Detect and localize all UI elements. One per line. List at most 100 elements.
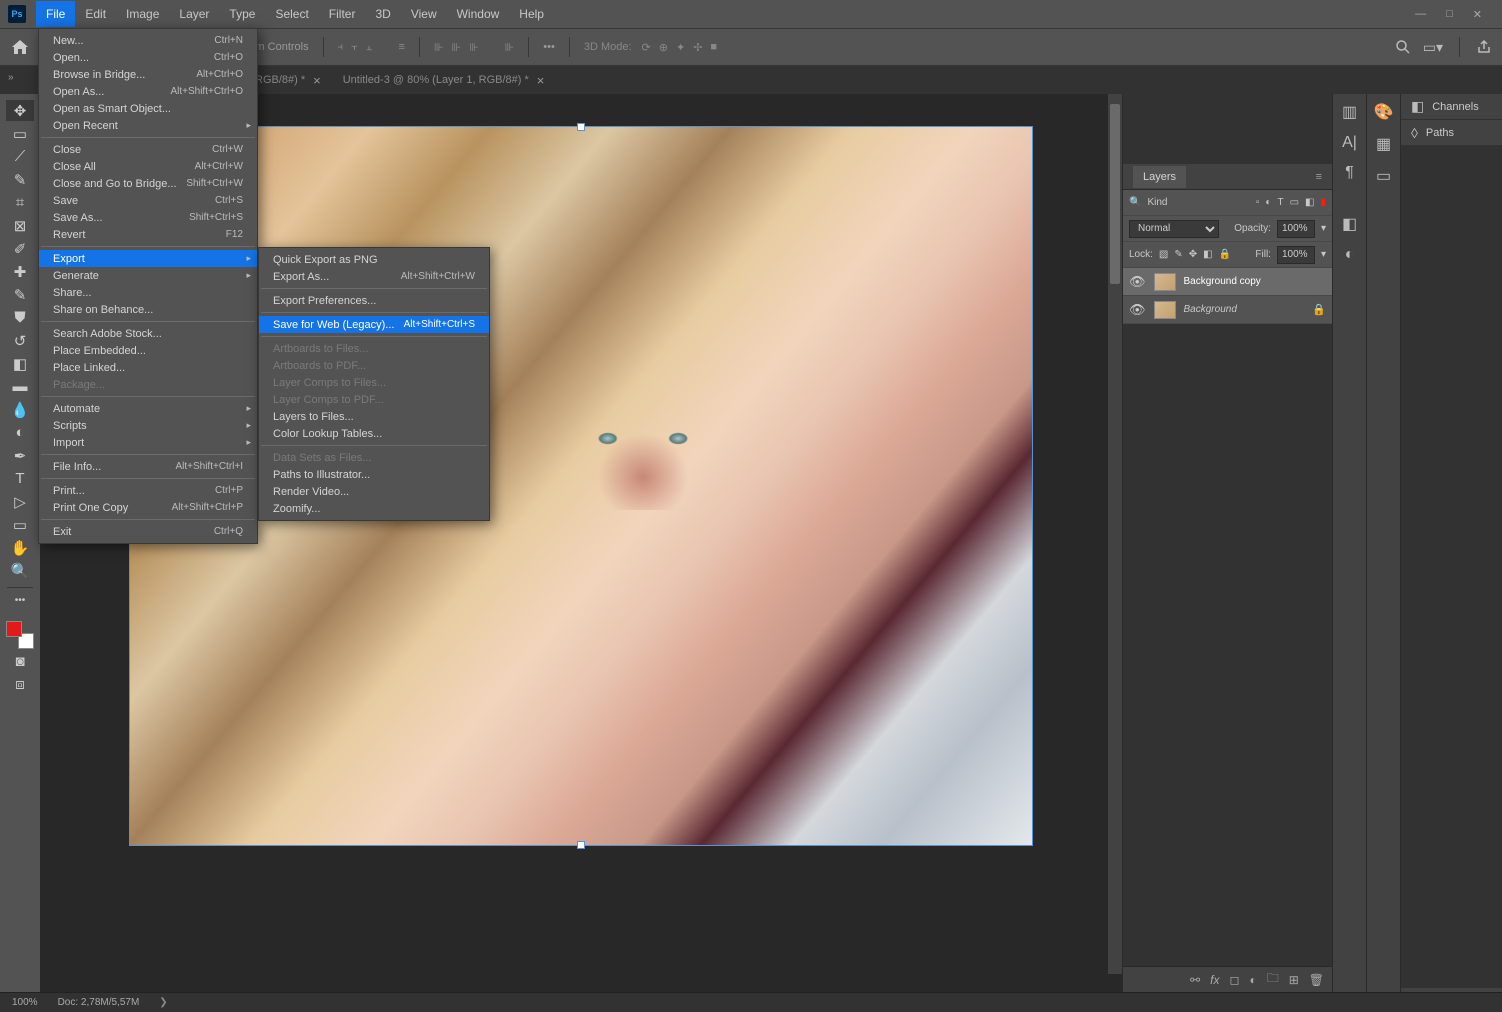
lock-icon[interactable]: ▧ <box>1159 249 1168 260</box>
type-tool[interactable]: T <box>6 468 34 489</box>
layer-thumbnail[interactable] <box>1154 273 1176 291</box>
gradient-tool[interactable]: ▬ <box>6 376 34 397</box>
maximize-icon[interactable]: □ <box>1446 8 1453 21</box>
channels-tab[interactable]: ◧ Channels <box>1401 94 1502 120</box>
lock-icon[interactable]: ◧ <box>1203 249 1212 260</box>
menu-item[interactable]: Open Recent <box>39 117 257 134</box>
trash-icon[interactable]: 🗑 <box>1309 973 1324 987</box>
3d-icon[interactable]: ■ <box>710 41 717 54</box>
filter-toggle[interactable]: ▮ <box>1320 197 1326 208</box>
share-icon[interactable] <box>1476 39 1492 55</box>
distribute-icon[interactable]: ⊪ <box>451 41 461 54</box>
panel-menu-icon[interactable]: ≡ <box>1316 171 1322 183</box>
menu-item[interactable]: New...Ctrl+N <box>39 32 257 49</box>
close-icon[interactable]: ✕ <box>1473 8 1482 21</box>
pen-tool[interactable]: ✒ <box>6 445 34 466</box>
3d-icon[interactable]: ✢ <box>693 41 702 54</box>
blur-tool[interactable]: 💧 <box>6 399 34 420</box>
menu-item[interactable]: Quick Export as PNG <box>259 251 489 268</box>
history-brush-tool[interactable]: ↺ <box>6 330 34 351</box>
paths-tab[interactable]: ◊ Paths <box>1401 120 1502 146</box>
fx-icon[interactable]: fx <box>1210 973 1219 987</box>
layer-row[interactable]: 👁Background copy <box>1123 268 1332 296</box>
blend-mode-select[interactable]: Normal <box>1129 220 1219 238</box>
transform-handle[interactable] <box>577 123 585 131</box>
close-tab-icon[interactable]: × <box>537 73 545 88</box>
frame-tool[interactable]: ⊠ <box>6 215 34 236</box>
marquee-tool[interactable]: ▭ <box>6 123 34 144</box>
hand-tool[interactable]: ✋ <box>6 537 34 558</box>
visibility-icon[interactable]: 👁 <box>1129 302 1146 318</box>
search-icon[interactable] <box>1395 39 1411 55</box>
new-layer-icon[interactable]: ⊞ <box>1289 973 1299 987</box>
menu-item[interactable]: Place Embedded... <box>39 342 257 359</box>
menu-3d[interactable]: 3D <box>365 1 400 27</box>
menu-file[interactable]: File <box>36 1 75 27</box>
statusbar-arrow[interactable]: ❯ <box>159 997 167 1008</box>
menu-item[interactable]: Search Adobe Stock... <box>39 325 257 342</box>
menu-item[interactable]: Print One CopyAlt+Shift+Ctrl+P <box>39 499 257 516</box>
lock-icon[interactable]: ✎ <box>1174 249 1182 260</box>
menu-window[interactable]: Window <box>447 1 510 27</box>
3d-icon[interactable]: ⊕ <box>659 41 668 54</box>
healing-tool[interactable]: ✚ <box>6 261 34 282</box>
group-icon[interactable]: 🗀 <box>1267 969 1279 990</box>
menu-layer[interactable]: Layer <box>169 1 219 27</box>
menu-item[interactable]: Scripts <box>39 417 257 434</box>
eraser-tool[interactable]: ◧ <box>6 353 34 374</box>
eyedropper-tool[interactable]: ✐ <box>6 238 34 259</box>
shape-tool[interactable]: ▭ <box>6 514 34 535</box>
lock-icon[interactable]: ✥ <box>1189 249 1197 260</box>
edit-toolbar[interactable]: ••• <box>6 590 34 611</box>
path-tool[interactable]: ▷ <box>6 491 34 512</box>
distribute-icon[interactable]: ⊪ <box>505 41 515 54</box>
menu-item[interactable]: Close and Go to Bridge...Shift+Ctrl+W <box>39 175 257 192</box>
type-icon[interactable]: A| <box>1342 134 1357 152</box>
menu-item[interactable]: Save for Web (Legacy)...Alt+Shift+Ctrl+S <box>259 316 489 333</box>
menu-edit[interactable]: Edit <box>75 1 116 27</box>
menu-item[interactable]: SaveCtrl+S <box>39 192 257 209</box>
menu-item[interactable]: Export <box>39 250 257 267</box>
menu-item[interactable]: CloseCtrl+W <box>39 141 257 158</box>
menu-item[interactable]: Share... <box>39 284 257 301</box>
distribute-icon[interactable]: ⊪ <box>469 41 479 54</box>
brush-tool[interactable]: ✎ <box>6 284 34 305</box>
color-icon[interactable]: 🎨 <box>1374 102 1394 122</box>
opacity-input[interactable] <box>1277 220 1315 238</box>
menu-item[interactable]: Export Preferences... <box>259 292 489 309</box>
screenmode-tool[interactable]: ⧈ <box>6 674 34 695</box>
filter-icon[interactable]: ◧ <box>1305 197 1314 208</box>
fg-color-swatch[interactable] <box>6 621 22 637</box>
link-icon[interactable]: ⚯ <box>1190 973 1200 987</box>
adjustments-icon[interactable]: ◧ <box>1342 214 1357 234</box>
menu-item[interactable]: Open As...Alt+Shift+Ctrl+O <box>39 83 257 100</box>
menu-view[interactable]: View <box>401 1 447 27</box>
stamp-tool[interactable]: ⛊ <box>6 307 34 328</box>
menu-item[interactable]: Share on Behance... <box>39 301 257 318</box>
menu-item[interactable]: Open...Ctrl+O <box>39 49 257 66</box>
menu-item[interactable]: ExitCtrl+Q <box>39 523 257 540</box>
menu-select[interactable]: Select <box>265 1 318 27</box>
menu-help[interactable]: Help <box>509 1 554 27</box>
mask-icon[interactable]: ◻ <box>1229 973 1239 987</box>
menu-item[interactable]: Generate <box>39 267 257 284</box>
menu-item[interactable]: Browse in Bridge...Alt+Ctrl+O <box>39 66 257 83</box>
zoom-tool[interactable]: 🔍 <box>6 560 34 581</box>
home-icon[interactable] <box>10 37 30 57</box>
align-icon[interactable]: ⫟ <box>351 41 358 54</box>
quick-select-tool[interactable]: ✎ <box>6 169 34 190</box>
paragraph-icon[interactable]: ¶ <box>1345 164 1354 182</box>
document-tab[interactable]: Untitled-3 @ 80% (Layer 1, RGB/8#) *× <box>333 66 555 94</box>
distribute-icon[interactable]: ⊪ <box>434 41 444 54</box>
3d-icon[interactable]: ✦ <box>676 41 685 54</box>
menu-item[interactable]: Save As...Shift+Ctrl+S <box>39 209 257 226</box>
align-icon[interactable]: ⫞ <box>338 41 344 54</box>
menu-item[interactable]: Layers to Files... <box>259 408 489 425</box>
crop-tool[interactable]: ⌗ <box>6 192 34 213</box>
color-swatches[interactable] <box>6 621 34 649</box>
visibility-icon[interactable]: 👁 <box>1129 274 1146 290</box>
tabbar-expand-icon[interactable]: » <box>8 72 14 83</box>
align-icon[interactable]: ⫠ <box>366 41 373 54</box>
menu-image[interactable]: Image <box>116 1 169 27</box>
zoom-value[interactable]: 100% <box>12 997 38 1008</box>
